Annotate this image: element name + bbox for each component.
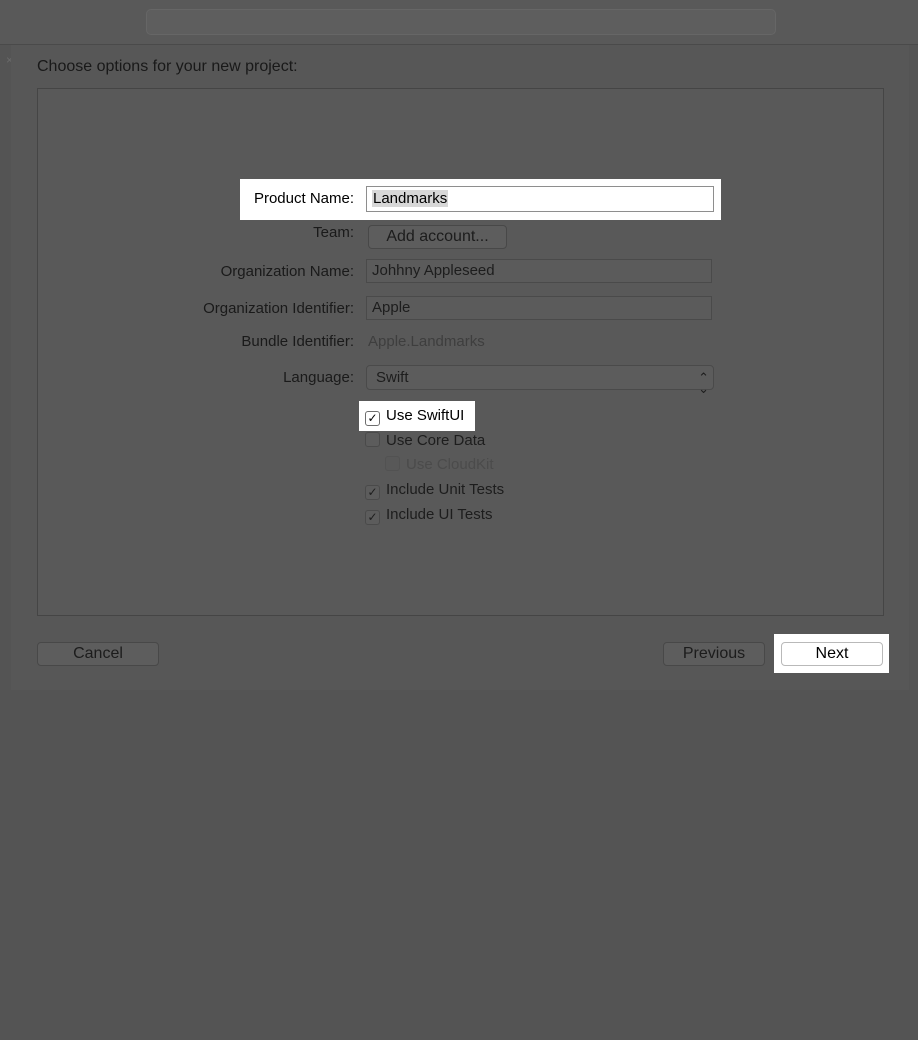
toolbar bbox=[0, 0, 918, 45]
organization-name-label: Organization Name: bbox=[220, 263, 354, 280]
include-unit-tests-label: Include Unit Tests bbox=[386, 481, 505, 498]
checkbox-checked-icon[interactable]: ✓ bbox=[365, 510, 380, 525]
toolbar-status-field bbox=[146, 9, 776, 35]
checkbox-checked-icon[interactable]: ✓ bbox=[365, 485, 380, 500]
cancel-button[interactable]: Cancel bbox=[37, 642, 159, 666]
sheet-heading: Choose options for your new project: bbox=[37, 58, 298, 75]
use-core-data-label: Use Core Data bbox=[386, 432, 486, 449]
checkbox-disabled-icon bbox=[385, 456, 400, 471]
organization-identifier-label: Organization Identifier: bbox=[203, 300, 354, 317]
add-account-button[interactable]: Add account... bbox=[368, 225, 507, 249]
language-label: Language: bbox=[283, 369, 354, 386]
include-ui-tests-option[interactable]: ✓ Include UI Tests bbox=[365, 505, 492, 525]
use-cloudkit-label: Use CloudKit bbox=[406, 456, 494, 473]
checkbox-checked-icon[interactable]: ✓ bbox=[365, 411, 380, 426]
use-swiftui-label: Use SwiftUI bbox=[386, 407, 465, 424]
include-ui-tests-label: Include UI Tests bbox=[386, 506, 493, 523]
chevron-updown-icon: ⌃ ⌄ bbox=[698, 370, 709, 396]
team-label: Team: bbox=[313, 224, 354, 241]
next-button[interactable]: Next bbox=[781, 642, 883, 666]
bundle-identifier-label: Bundle Identifier: bbox=[241, 333, 354, 350]
use-cloudkit-option: Use CloudKit bbox=[385, 455, 494, 475]
language-select[interactable]: Swift ⌃ ⌄ bbox=[366, 365, 714, 396]
previous-button[interactable]: Previous bbox=[663, 642, 765, 666]
use-core-data-option[interactable]: Use Core Data bbox=[365, 431, 485, 451]
use-swiftui-option[interactable]: ✓ Use SwiftUI bbox=[365, 406, 464, 426]
bundle-identifier-value: Apple.Landmarks bbox=[368, 333, 485, 350]
organization-name-field[interactable]: Johhny Appleseed bbox=[366, 259, 712, 283]
options-panel bbox=[37, 88, 884, 616]
product-name-label: Product Name: bbox=[253, 190, 354, 207]
language-selected-value: Swift bbox=[376, 369, 409, 386]
product-name-field[interactable]: Landmarks bbox=[366, 186, 714, 212]
include-unit-tests-option[interactable]: ✓ Include Unit Tests bbox=[365, 480, 504, 500]
product-name-value: Landmarks bbox=[372, 190, 449, 207]
checkbox-unchecked-icon[interactable] bbox=[365, 432, 380, 447]
organization-identifier-field[interactable]: Apple bbox=[366, 296, 712, 320]
